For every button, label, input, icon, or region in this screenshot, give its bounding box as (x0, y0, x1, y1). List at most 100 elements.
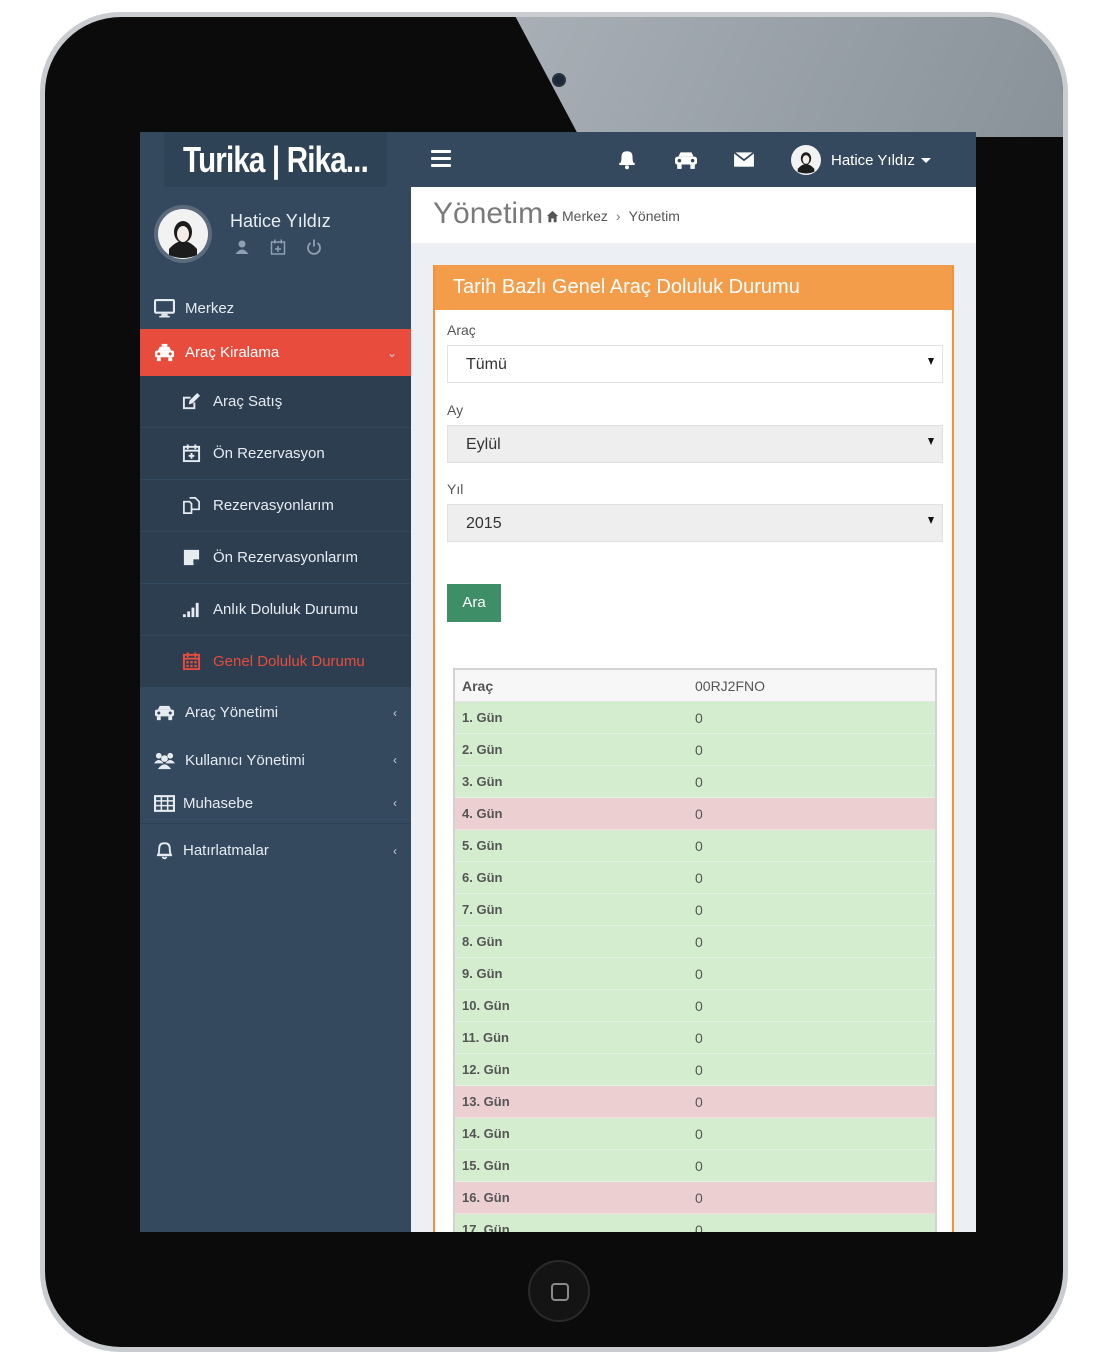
edit-icon (180, 391, 202, 413)
user-menu[interactable]: Hatice Yıldız (791, 145, 931, 175)
table-row: 17. Gün 0 (455, 1214, 935, 1232)
sidebar-item-hatirlatmalar[interactable]: Hatırlatmalar ‹ (140, 823, 411, 877)
table-cell-value: 0 (695, 837, 703, 854)
table-cell-value: 0 (695, 1061, 703, 1078)
table-icon (152, 791, 176, 815)
envelope-icon[interactable] (733, 148, 755, 170)
table-cell-day: 11. Gün (462, 1030, 509, 1045)
car-icon[interactable] (673, 148, 699, 170)
sidebar-item-label: Anlık Doluluk Durumu (213, 601, 359, 618)
sidebar-item-arac-yonetimi[interactable]: Araç Yönetimi ‹ (140, 688, 411, 737)
calendar-plus-icon[interactable] (270, 239, 286, 255)
sidebar-item-merkez[interactable]: Merkez (140, 287, 411, 329)
chevron-left-icon: ‹ (393, 753, 397, 767)
yil-select-value: 2015 (466, 515, 502, 532)
table-row: 16. Gün 0 (455, 1182, 935, 1214)
camera-icon (552, 73, 566, 87)
yil-select[interactable]: 2015 (447, 504, 943, 542)
ay-select[interactable]: Eylül (447, 425, 943, 463)
table-header-label: Araç (462, 677, 494, 694)
sidebar-item-label: Ön Rezervasyonlarım (213, 549, 359, 566)
home-button[interactable] (528, 1260, 590, 1322)
arac-select[interactable]: Tümü (447, 345, 943, 383)
sidebar-item-arac-kiralama[interactable]: Araç Kiralama ⌄ (140, 329, 411, 376)
car-icon (152, 701, 176, 725)
home-icon (546, 210, 559, 222)
select-arrow-icon (928, 517, 934, 524)
sidebar-menu: Merkez Araç Kiralama ⌄ Araç Satış Ön Rez… (140, 287, 411, 877)
table-row: 1. Gün 0 (455, 702, 935, 734)
table-row: 12. Gün 0 (455, 1054, 935, 1086)
content-header: Yönetim Merkez › Yönetim (411, 187, 976, 243)
sidebar-item-muhasebe[interactable]: Muhasebe ‹ (140, 783, 411, 823)
table-row: 14. Gün 0 (455, 1118, 935, 1150)
table-cell-value: 0 (695, 709, 703, 726)
table-cell-day: 15. Gün (462, 1158, 510, 1173)
occupancy-table: Araç 00RJ2FNO 1. Gün 0 2. Gün 0 3. Gün 0 4. Gü… (453, 668, 937, 1232)
bell-icon[interactable] (615, 148, 639, 170)
menu-toggle-icon[interactable] (431, 150, 451, 168)
breadcrumb-separator-icon: › (615, 208, 621, 224)
table-header-row: Araç 00RJ2FNO (455, 670, 935, 702)
power-icon[interactable] (306, 239, 322, 255)
search-button[interactable]: Ara (447, 584, 501, 622)
ay-field-group: Ay Eylül (447, 402, 943, 463)
bell-outline-icon (152, 839, 176, 863)
table-cell-day: 13. Gün (462, 1094, 510, 1109)
sidebar-item-label: Kullanıcı Yönetimi (185, 751, 305, 769)
table-row: 13. Gün 0 (455, 1086, 935, 1118)
chevron-left-icon: ‹ (393, 796, 397, 810)
user-panel: Hatice Yıldız (140, 187, 411, 287)
user-quick-actions (234, 239, 322, 255)
table-cell-value: 0 (695, 1029, 703, 1046)
select-arrow-icon (928, 438, 934, 445)
calendar-plus-icon (180, 443, 202, 465)
sidebar-item-label: Hatırlatmalar (183, 842, 269, 859)
table-cell-value: 0 (695, 1125, 703, 1142)
table-row: 2. Gün 0 (455, 734, 935, 766)
sidebar-item-arac-satis[interactable]: Araç Satış (140, 376, 411, 428)
table-cell-day: 2. Gün (462, 742, 503, 757)
yil-field-group: Yıl 2015 (447, 481, 943, 542)
page-title: Yönetim (433, 197, 544, 230)
sidebar-submenu: Araç Satış Ön Rezervasyon Rezervasyonlar… (140, 376, 411, 688)
sidebar-item-kullanici-yonetimi[interactable]: Kullanıcı Yönetimi ‹ (140, 737, 411, 783)
breadcrumb-item-merkez[interactable]: Merkez (562, 208, 608, 224)
app-screen: Turika | Rika... Hatice Yıldız Merkez Ar… (140, 132, 976, 1232)
table-cell-value: 0 (695, 1189, 703, 1206)
table-cell-value: 0 (695, 997, 703, 1014)
sidebar-item-anlik-doluluk[interactable]: Anlık Doluluk Durumu (140, 584, 411, 636)
sidebar-item-label: Genel Doluluk Durumu (213, 653, 365, 670)
table-row: 8. Gün 0 (455, 926, 935, 958)
user-icon[interactable] (234, 239, 250, 255)
sidebar-item-label: Rezervasyonlarım (213, 497, 334, 514)
table-cell-day: 7. Gün (462, 902, 503, 917)
sidebar-item-label: Merkez (185, 299, 235, 317)
table-cell-day: 3. Gün (462, 774, 503, 789)
table-header-value: 00RJ2FNO (695, 677, 766, 694)
signal-icon (180, 599, 202, 621)
select-arrow-icon (928, 358, 934, 365)
sidebar-item-label: Araç Kiralama (185, 344, 280, 361)
chevron-left-icon: ‹ (393, 843, 397, 858)
table-cell-value: 0 (695, 901, 703, 918)
sidebar-item-on-rezervasyon[interactable]: Ön Rezervasyon (140, 428, 411, 480)
table-cell-value: 0 (695, 1221, 703, 1233)
table-row: 3. Gün 0 (455, 766, 935, 798)
brand-logo[interactable]: Turika | Rika... (164, 132, 387, 187)
box-title: Tarih Bazlı Genel Araç Doluluk Durumu (435, 265, 952, 310)
sidebar-item-genel-doluluk[interactable]: Genel Doluluk Durumu (140, 636, 411, 688)
arac-select-value: Tümü (466, 356, 507, 373)
table-row: 5. Gün 0 (455, 830, 935, 862)
table-cell-day: 6. Gün (462, 870, 503, 885)
sidebar-item-on-rezervasyonlarim[interactable]: Ön Rezervasyonlarım (140, 532, 411, 584)
table-cell-day: 9. Gün (462, 966, 503, 981)
sidebar-item-label: Muhasebe (183, 794, 254, 812)
arac-field-group: Araç Tümü (447, 322, 943, 383)
sidebar-item-label: Ön Rezervasyon (213, 445, 325, 462)
chevron-down-icon: ⌄ (386, 345, 397, 360)
arac-label: Araç (447, 322, 476, 338)
desktop-icon (152, 296, 176, 320)
sidebar-item-rezervasyonlarim[interactable]: Rezervasyonlarım (140, 480, 411, 532)
table-cell-day: 4. Gün (462, 806, 503, 821)
